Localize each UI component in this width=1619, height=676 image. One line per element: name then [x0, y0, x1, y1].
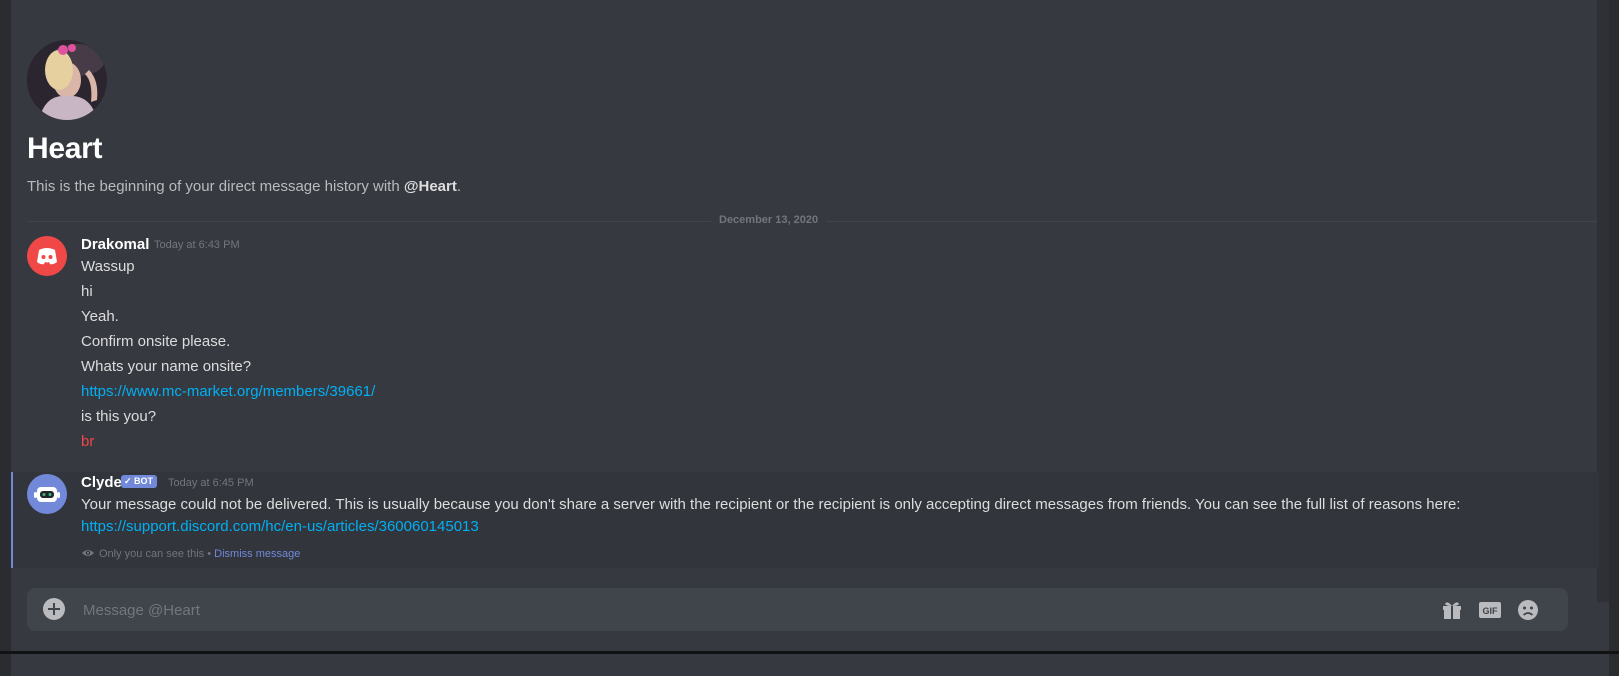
message-line: is this you?: [81, 408, 157, 425]
emoji-button[interactable]: [1516, 598, 1540, 622]
ephemeral-note-text: Only you can see this: [99, 548, 205, 560]
dm-intro-text: This is the beginning of your direct mes…: [27, 178, 461, 195]
note-separator: •: [204, 548, 215, 560]
gif-icon: GIF: [1479, 602, 1501, 618]
discord-logo-icon: [37, 248, 57, 265]
chat-area: Heart This is the beginning of your dire…: [11, 0, 1609, 676]
message-text: Your message could not be delivered. Thi…: [81, 496, 1461, 513]
gift-button[interactable]: [1440, 598, 1464, 622]
message-timestamp: Today at 6:43 PM: [154, 239, 240, 251]
gift-icon: [1443, 602, 1461, 619]
intro-handle: @Heart: [403, 178, 457, 195]
gif-button[interactable]: GIF: [1478, 598, 1502, 622]
plus-circle-icon: [48, 603, 60, 615]
intro-suffix: .: [456, 178, 462, 195]
message-line: br: [81, 433, 95, 450]
message-input[interactable]: [81, 588, 1435, 633]
message-line: hi: [81, 283, 93, 300]
window-bottom-edge: [0, 651, 1619, 654]
message-line: Wassup: [81, 258, 135, 275]
ephemeral-note: Only you can see this • Dismiss message: [81, 548, 300, 560]
message-link[interactable]: https://www.mc-market.org/members/39661/: [81, 383, 375, 400]
clyde-avatar[interactable]: [27, 474, 67, 514]
dm-avatar[interactable]: [27, 40, 107, 120]
emoji-icon: [1518, 600, 1538, 620]
attach-button[interactable]: [43, 598, 65, 620]
message-line: Yeah.: [81, 308, 119, 325]
message-author[interactable]: Clyde: [81, 474, 122, 491]
robot-icon: [34, 487, 60, 502]
drakomal-avatar[interactable]: [27, 236, 67, 276]
message-line: Whats your name onsite?: [81, 358, 252, 375]
dismiss-message-link[interactable]: Dismiss message: [214, 548, 300, 560]
bot-badge: ✓ BOT: [121, 475, 158, 488]
eye-icon: [82, 550, 94, 556]
message-link[interactable]: https://support.discord.com/hc/en-us/art…: [81, 518, 479, 535]
message-line: Confirm onsite please.: [81, 333, 231, 350]
dm-title: Heart: [27, 132, 103, 165]
message-timestamp: Today at 6:45 PM: [168, 477, 254, 489]
message-composer: GIF: [27, 588, 1568, 633]
intro-prefix: This is the beginning of your direct mes…: [27, 178, 404, 195]
gif-label: GIF: [1483, 606, 1499, 616]
message-author[interactable]: Drakomal: [81, 236, 149, 253]
date-divider-label: December 13, 2020: [711, 214, 827, 226]
